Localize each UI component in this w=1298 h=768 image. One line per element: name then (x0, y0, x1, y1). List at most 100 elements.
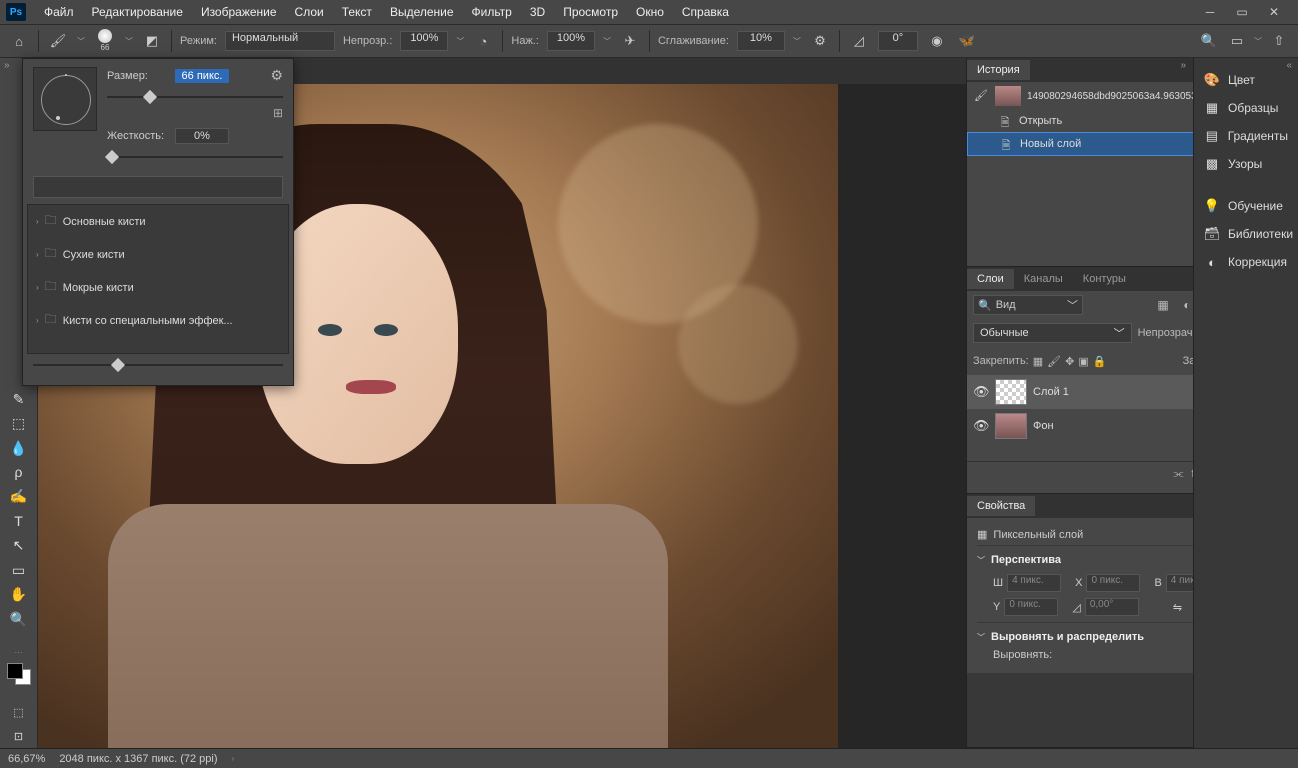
x-input[interactable]: 0 пикс. (1086, 574, 1140, 592)
window-close-icon[interactable]: ✕ (1262, 3, 1286, 21)
menu-view[interactable]: Просмотр (555, 2, 626, 22)
smoothing-input[interactable]: 10% (737, 31, 785, 51)
expand-toolbox-icon[interactable]: » (4, 60, 10, 71)
type-tool-icon[interactable]: T (5, 510, 33, 532)
gear-icon[interactable]: ⚙ (270, 67, 283, 84)
airbrush-icon[interactable]: ✈ (619, 30, 641, 52)
healing-brush-tool-icon[interactable]: ✍ (5, 486, 33, 508)
menu-help[interactable]: Справка (674, 2, 737, 22)
home-icon[interactable]: ⌂ (8, 30, 30, 52)
symmetry-icon[interactable]: 🦋 (956, 30, 978, 52)
collapsed-panel-strip: 🎨Цвет ▦Образцы ▤Градиенты ▩Узоры 💡Обучен… (1193, 58, 1298, 748)
smoothing-label: Сглаживание: (658, 35, 729, 47)
hand-tool-icon[interactable]: ✋ (5, 583, 33, 605)
brush-search-input[interactable] (33, 176, 283, 198)
menu-select[interactable]: Выделение (382, 2, 462, 22)
zoom-level[interactable]: 66,67% (8, 753, 45, 765)
layer-filter-select[interactable]: 🔍 Вид﹀ (973, 295, 1083, 315)
window-maximize-icon[interactable]: ▭ (1230, 3, 1254, 21)
expand-strip-icon[interactable]: « (1286, 60, 1292, 71)
menu-3d[interactable]: 3D (522, 2, 553, 22)
new-preset-icon[interactable]: ⊞ (273, 106, 283, 120)
brush-folder[interactable]: ›🗀Основные кисти (28, 205, 288, 238)
path-select-tool-icon[interactable]: ↖ (5, 535, 33, 557)
brush-hardness-input[interactable]: 0% (175, 128, 229, 144)
lock-transparency-icon[interactable]: ▦ (1033, 355, 1043, 368)
brush-folder[interactable]: ›🗀Мокрые кисти (28, 271, 288, 304)
y-input[interactable]: 0 пикс. (1004, 598, 1058, 616)
channels-tab[interactable]: Каналы (1014, 269, 1073, 289)
patterns-icon: ▩ (1204, 156, 1220, 172)
edit-toolbar-icon[interactable] (5, 632, 33, 654)
width-input[interactable]: 4 пикс. (1007, 574, 1061, 592)
brush-folder[interactable]: ›🗀Сухие кисти (28, 238, 288, 271)
strip-learn[interactable]: 💡Обучение (1194, 192, 1298, 220)
opacity-input[interactable]: 100% (400, 31, 448, 51)
chevron-down-icon[interactable]: ﹀ (77, 36, 85, 47)
lock-position-icon[interactable]: ✥ (1065, 355, 1074, 368)
menu-filter[interactable]: Фильтр (464, 2, 520, 22)
menu-edit[interactable]: Редактирование (84, 2, 191, 22)
visibility-icon[interactable]: 👁 (973, 384, 989, 400)
brush-tool-icon[interactable]: 🖌 (47, 30, 69, 52)
brush-settings-icon[interactable]: ◩ (141, 30, 163, 52)
workspace-switcher-icon[interactable]: ▭ (1226, 30, 1248, 52)
rectangle-tool-icon[interactable]: ▭ (5, 559, 33, 581)
pressure-size-icon[interactable]: ◉ (926, 30, 948, 52)
color-swatches[interactable] (7, 663, 31, 685)
strip-gradients[interactable]: ▤Градиенты (1194, 122, 1298, 150)
menu-text[interactable]: Текст (334, 2, 380, 22)
layer-blend-select[interactable]: Обычные﹀ (973, 323, 1132, 343)
strip-color[interactable]: 🎨Цвет (1194, 66, 1298, 94)
eyedropper-tool-icon[interactable]: 💧 (5, 437, 33, 459)
flow-input[interactable]: 100% (547, 31, 595, 51)
crop-tool-icon[interactable]: ⬚ (5, 412, 33, 434)
rotation-input[interactable]: 0,00° (1085, 598, 1139, 616)
brush-size-slider[interactable] (107, 90, 283, 104)
menu-layers[interactable]: Слои (287, 2, 332, 22)
visibility-icon[interactable]: 👁 (973, 418, 989, 434)
lock-pixels-icon[interactable]: 🖌 (1047, 355, 1061, 368)
strip-libraries[interactable]: 🗃Библиотеки (1194, 220, 1298, 248)
strip-swatches[interactable]: ▦Образцы (1194, 94, 1298, 122)
adjustments-icon: ◐ (1204, 254, 1220, 270)
chevron-down-icon[interactable]: ﹀ (125, 36, 133, 47)
brush-folder[interactable]: ›🗀Кисти со специальными эффек... (28, 304, 288, 337)
expand-panels-icon[interactable]: » (1180, 60, 1186, 71)
smoothing-gear-icon[interactable]: ⚙ (809, 30, 831, 52)
document-dimensions[interactable]: 2048 пикс. x 1367 пикс. (72 ppi) (59, 753, 217, 765)
menu-window[interactable]: Окно (628, 2, 672, 22)
window-minimize-icon[interactable]: ─ (1198, 3, 1222, 21)
properties-tab[interactable]: Свойства (967, 496, 1035, 516)
brush-preset-picker[interactable]: 66 (93, 29, 117, 53)
layer-name: Слой 1 (1033, 386, 1069, 398)
lock-all-icon[interactable]: 🔒 (1093, 355, 1107, 368)
layers-tab[interactable]: Слои (967, 269, 1014, 289)
history-tab[interactable]: История (967, 60, 1030, 80)
lasso-tool-icon[interactable]: ρ (5, 461, 33, 483)
screen-mode-icon[interactable]: ⊡ (5, 725, 33, 747)
blend-mode-select[interactable]: Нормальный (225, 31, 335, 51)
strip-patterns[interactable]: ▩Узоры (1194, 150, 1298, 178)
strip-adjustments[interactable]: ◐Коррекция (1194, 248, 1298, 276)
brush-hardness-slider[interactable] (107, 150, 283, 164)
link-layers-icon[interactable]: ⫘ (1174, 468, 1184, 487)
angle-input[interactable]: 0° (878, 31, 918, 51)
brush-zoom-slider[interactable] (33, 358, 283, 372)
flip-h-icon[interactable]: ⇋ (1173, 601, 1182, 614)
paths-tab[interactable]: Контуры (1073, 269, 1136, 289)
search-icon[interactable]: 🔍 (1198, 30, 1220, 52)
filter-pixel-icon[interactable]: ▦ (1154, 296, 1172, 314)
brush-size-input[interactable]: 66 пикс. (175, 69, 229, 83)
swatches-icon: ▦ (1204, 100, 1220, 116)
eyedropper-tool-icon[interactable]: ✎ (5, 388, 33, 410)
zoom-tool-icon[interactable]: 🔍 (5, 608, 33, 630)
menu-image[interactable]: Изображение (193, 2, 285, 22)
pressure-opacity-icon[interactable]: ◔ (472, 30, 494, 52)
brush-preset-popup: Размер: 66 пикс. ⚙ ⊞ Жесткость: 0% ›🗀Осн… (22, 58, 294, 386)
menu-file[interactable]: Файл (36, 2, 82, 22)
brush-tip-preview[interactable] (33, 67, 97, 131)
quick-mask-icon[interactable]: ⬚ (5, 701, 33, 723)
lock-artboard-icon[interactable]: ▣ (1078, 355, 1088, 368)
share-icon[interactable]: ⇧ (1268, 30, 1290, 52)
